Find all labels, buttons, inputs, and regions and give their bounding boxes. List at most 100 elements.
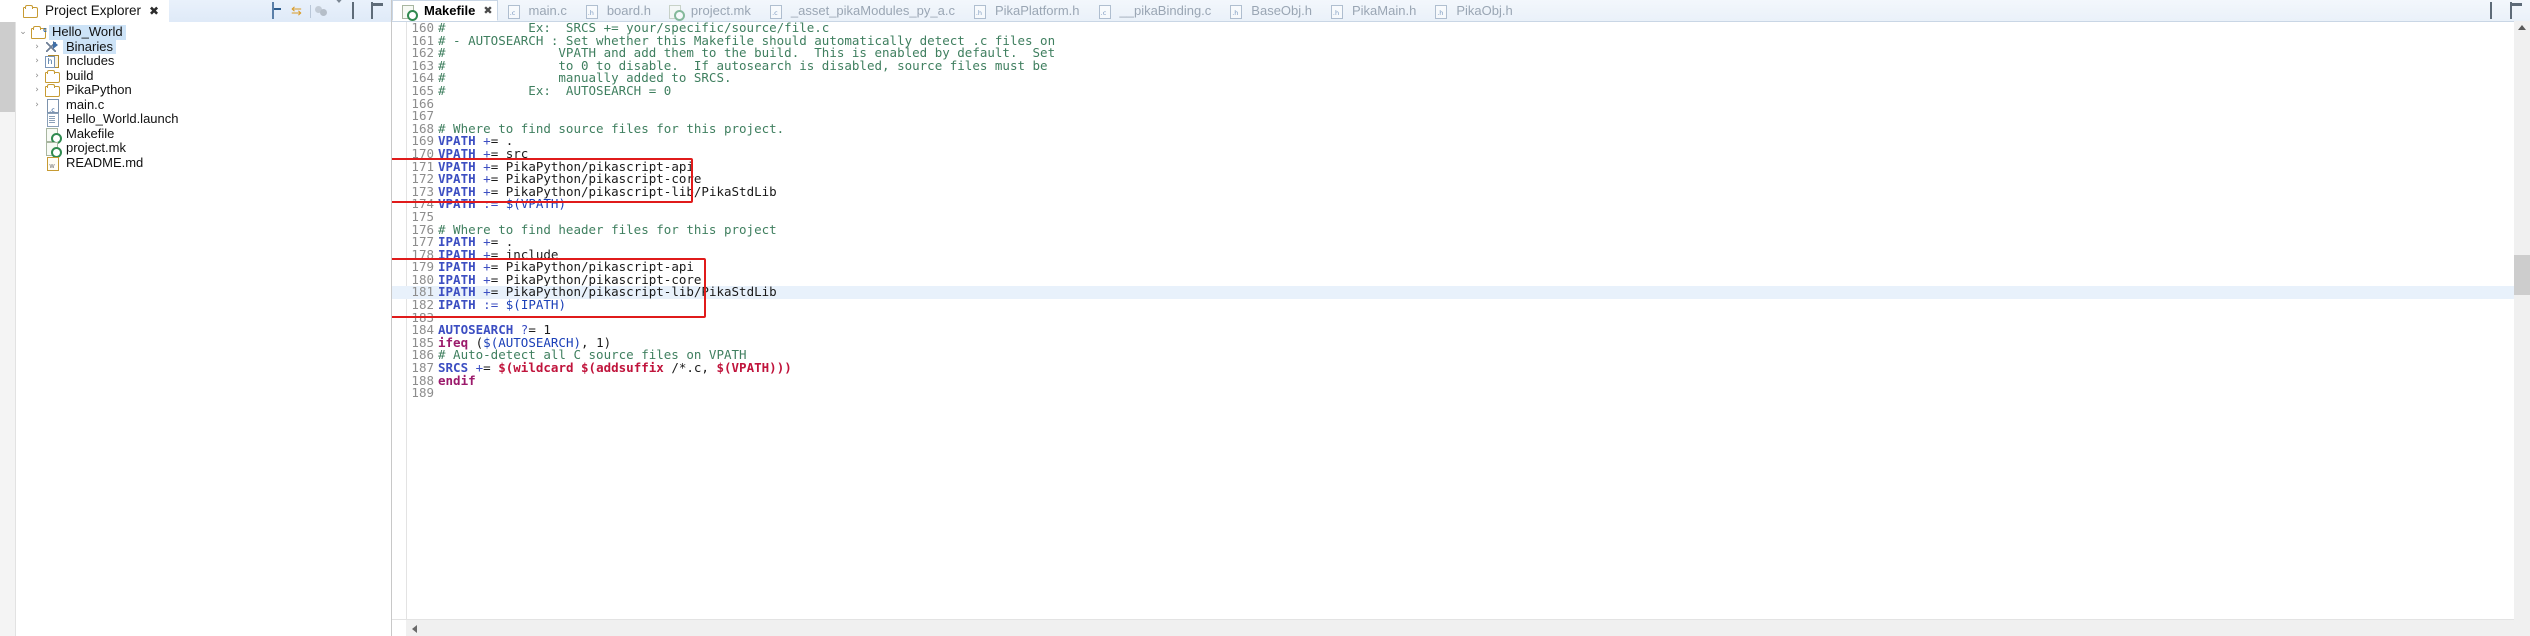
code-line[interactable]: 178 IPATH += include <box>392 248 2530 262</box>
code-line[interactable]: 177 IPATH += . <box>392 235 2530 249</box>
maximize-icon[interactable] <box>371 2 387 19</box>
tree-item-makefile[interactable]: Makefile <box>16 125 391 144</box>
tree-item-includes[interactable]: › Includes <box>16 53 391 69</box>
code-text[interactable]: IPATH := $(IPATH) <box>435 297 566 313</box>
code-token: $(VPATH) <box>505 196 566 212</box>
code-line[interactable]: 171 VPATH += PikaPython/pikascript-api <box>392 160 2530 174</box>
code-text-area[interactable]: 160 # Ex: SRCS += your/specific/source/fi… <box>392 22 2530 636</box>
expand-arrow-icon[interactable]: › <box>30 98 44 113</box>
tree-item-readme-md[interactable]: README.md <box>16 155 391 174</box>
code-line[interactable]: 187 SRCS += $(wildcard $(addsuffix /*.c, … <box>392 360 2530 376</box>
line-number: 189 <box>411 385 434 401</box>
editor-tab--asset-pikamodules-py-a-c[interactable]: _asset_pikaModules_py_a.c <box>760 0 964 21</box>
code-token: := <box>483 297 499 313</box>
scrollbar-thumb[interactable] <box>2514 255 2530 295</box>
code-line[interactable]: 164 # manually added to SRCS. <box>392 72 2530 85</box>
editor-vertical-scrollbar[interactable] <box>2514 21 2530 620</box>
project-folder-icon: c <box>30 25 47 40</box>
makefile-icon <box>44 141 62 159</box>
c-project-badge: c <box>43 27 47 35</box>
editor-tab-main-c[interactable]: main.c <box>498 0 576 21</box>
c-file-icon <box>767 4 783 19</box>
code-token: = <box>483 360 499 376</box>
editor-tab-pikamain-h[interactable]: PikaMain.h <box>1321 0 1425 21</box>
tree-item-hello-world[interactable]: ⌄ c Hello_World <box>16 24 391 40</box>
editor-tab-baseobj-h[interactable]: BaseObj.h <box>1220 0 1321 21</box>
link-with-editor-icon[interactable]: ⇆ <box>291 3 307 19</box>
tree-item-binaries[interactable]: › Binaries <box>16 39 391 55</box>
editor-tab-project-mk[interactable]: project.mk <box>660 0 760 21</box>
editor-horizontal-scrollbar[interactable] <box>392 619 2514 636</box>
code-line[interactable]: 176 # Where to find header files for this… <box>392 223 2530 237</box>
editor-tab-label: Makefile <box>424 3 476 18</box>
h-file-icon <box>971 4 987 19</box>
code-line[interactable]: 188 endif <box>392 374 2530 388</box>
code-text[interactable]: endif <box>435 374 476 388</box>
editor-tabstrip[interactable]: Makefile ✖ main.c board.h project.mk _asset_p… <box>392 0 2530 22</box>
close-icon[interactable]: ✖ <box>149 4 159 18</box>
expand-arrow-icon[interactable]: › <box>30 54 44 69</box>
code-line[interactable]: 184 AUTOSEARCH ?= 1 <box>392 323 2530 337</box>
expand-arrow-icon[interactable]: › <box>30 40 44 55</box>
maximize-icon[interactable] <box>2510 1 2526 19</box>
code-text[interactable]: VPATH := $(VPATH) <box>435 198 566 211</box>
tree-item-label: Includes <box>66 53 115 68</box>
collapse-all-icon[interactable] <box>272 2 288 19</box>
scroll-up-arrow-icon[interactable] <box>2518 25 2526 30</box>
code-line[interactable]: 168 # Where to find source files for this… <box>392 122 2530 136</box>
code-line[interactable]: 183 <box>392 311 2530 325</box>
project-explorer-toolbar: ⇆ <box>272 0 391 22</box>
code-line[interactable]: 165 # Ex: AUTOSEARCH = 0 <box>392 84 2530 98</box>
code-token: $(VPATH))) <box>716 360 792 376</box>
code-line[interactable]: 169 VPATH += . <box>392 135 2530 148</box>
project-explorer-vertical-scrollbar[interactable] <box>0 0 16 636</box>
code-line[interactable]: 173 VPATH += PikaPython/pikascript-lib/Pi… <box>392 185 2530 199</box>
tree-item-label: main.c <box>66 96 105 112</box>
code-line[interactable]: 174 VPATH := $(VPATH) <box>392 198 2530 211</box>
code-line[interactable]: 181 IPATH += PikaPython/pikascript-lib/Pi… <box>392 286 2530 300</box>
expand-arrow-icon[interactable]: › <box>30 69 44 84</box>
code-line[interactable]: 179 IPATH += PikaPython/pikascript-api <box>392 260 2530 274</box>
close-icon[interactable]: ✖ <box>483 4 492 17</box>
code-line[interactable]: 189 <box>392 387 2530 400</box>
project-explorer-view: Project Explorer ✖ ⇆ ⌄ c Hello_World › Binar… <box>0 0 392 636</box>
editor-body: 160 # Ex: SRCS += your/specific/source/fi… <box>392 22 2530 636</box>
toolbar-separator <box>310 4 311 18</box>
makefile-icon <box>667 4 685 21</box>
h-file-icon <box>583 4 599 19</box>
editor-tab--pikabinding-c[interactable]: __pikaBinding.c <box>1089 0 1221 21</box>
editor-tab-label: board.h <box>606 3 651 18</box>
code-line[interactable]: 166 <box>392 97 2530 111</box>
code-text[interactable]: SRCS += $(wildcard $(addsuffix /*.c, $(V… <box>435 360 792 376</box>
scrollbar-thumb[interactable] <box>0 12 15 112</box>
editor-tab-pikaplatform-h[interactable]: PikaPlatform.h <box>964 0 1089 21</box>
minimize-icon[interactable] <box>2490 1 2506 19</box>
project-tree[interactable]: ⌄ cHello_World › Binaries › Includes › build › Pi… <box>16 22 391 636</box>
tree-item-hello-world-launch[interactable]: Hello_World.launch <box>16 111 391 128</box>
tree-item-main-c[interactable]: › main.c <box>16 96 391 117</box>
h-file-icon <box>1328 4 1344 19</box>
code-text[interactable]: # Ex: AUTOSEARCH = 0 <box>435 84 671 98</box>
code-line[interactable]: 170 VPATH += src <box>392 147 2530 161</box>
code-lines[interactable]: 160 # Ex: SRCS += your/specific/source/fi… <box>392 22 2530 400</box>
tree-item-pikapython[interactable]: › PikaPython <box>16 82 391 98</box>
project-explorer-tab[interactable]: Project Explorer ✖ <box>16 0 170 23</box>
code-token: $(wildcard $(addsuffix <box>498 360 672 376</box>
editor-tab-board-h[interactable]: board.h <box>576 0 660 21</box>
editor-tab-label: PikaMain.h <box>1352 3 1417 18</box>
project-explorer-tab-label: Project Explorer <box>45 3 142 18</box>
code-line[interactable]: 182 IPATH := $(IPATH) <box>392 297 2530 313</box>
minimize-icon[interactable] <box>352 2 368 19</box>
filter-icon[interactable] <box>314 3 330 19</box>
view-menu-icon[interactable] <box>333 0 349 19</box>
project-explorer-tab-item[interactable]: Project Explorer ✖ <box>20 0 163 21</box>
expand-arrow-icon[interactable]: › <box>30 83 44 98</box>
tree-item-build[interactable]: › build <box>16 68 391 84</box>
tree-item-project-mk[interactable]: project.mk <box>16 140 391 159</box>
code-token: := <box>483 196 499 212</box>
tree-item-label: Makefile <box>66 125 115 141</box>
expand-arrow-icon[interactable]: ⌄ <box>16 25 30 40</box>
editor-tab-pikaobj-h[interactable]: PikaObj.h <box>1425 0 1521 21</box>
scroll-left-arrow-icon[interactable] <box>412 625 417 633</box>
editor-tab-makefile[interactable]: Makefile ✖ <box>392 0 498 21</box>
